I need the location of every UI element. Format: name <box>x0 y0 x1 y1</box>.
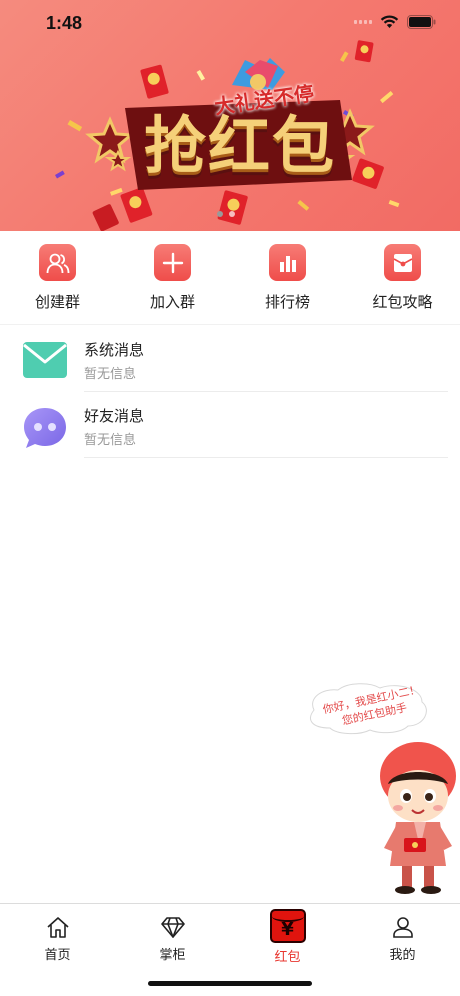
list-item-system-messages[interactable]: 系统消息 暂无信息 <box>0 326 460 392</box>
action-label: 红包攻略 <box>372 293 433 311</box>
message-title: 系统消息 <box>84 341 145 359</box>
action-label: 加入群 <box>149 293 195 311</box>
tab-label: 红包 <box>274 950 301 965</box>
envelope-icon <box>22 340 68 380</box>
page-dot[interactable] <box>229 211 235 217</box>
message-subtitle: 暂无信息 <box>84 367 137 382</box>
tab-label: 我的 <box>389 948 416 963</box>
join-group-button[interactable]: 加入群 <box>115 231 230 324</box>
message-title: 好友消息 <box>84 407 145 425</box>
message-subtitle: 暂无信息 <box>84 433 137 448</box>
diamond-icon <box>159 913 187 941</box>
tab-label: 掌柜 <box>159 948 186 963</box>
bar-chart-icon <box>269 244 306 281</box>
yen-glyph: ¥ <box>281 918 294 940</box>
tab-home[interactable]: 首页 <box>0 904 115 996</box>
action-label: 创建群 <box>34 293 80 311</box>
mascot-character <box>380 742 456 894</box>
mascot-assistant[interactable]: 你好，我是红小二！ 您的红包助手 <box>298 680 460 905</box>
red-envelope-icon: ¥ <box>269 909 306 943</box>
status-time: 1:48 <box>46 13 83 33</box>
tab-profile[interactable]: 我的 <box>345 904 460 996</box>
promo-banner[interactable]: 抢红包 大礼送不停 1:48 <box>0 0 460 231</box>
status-icons <box>354 15 436 29</box>
wifi-icon <box>380 15 399 28</box>
status-bar: 1:48 <box>0 0 460 50</box>
home-indicator[interactable] <box>148 981 312 986</box>
battery-icon <box>407 15 436 29</box>
home-icon <box>44 913 72 941</box>
signal-icon <box>354 20 372 24</box>
red-envelope-guide-button[interactable]: 红包攻略 <box>345 231 460 324</box>
page-dot[interactable] <box>217 211 223 217</box>
list-item-friend-messages[interactable]: 好友消息 暂无信息 <box>0 392 460 458</box>
chat-bubble-icon <box>22 406 68 448</box>
create-group-button[interactable]: 创建群 <box>0 231 115 324</box>
banner-page-indicator[interactable] <box>217 211 235 217</box>
plus-icon <box>154 244 191 281</box>
action-label: 排行榜 <box>264 293 310 311</box>
quick-actions: 创建群 加入群 排行榜 红包攻略 <box>0 231 460 325</box>
user-icon <box>389 913 417 941</box>
red-envelope-icon <box>384 244 421 281</box>
leaderboard-button[interactable]: 排行榜 <box>230 231 345 324</box>
users-icon <box>39 244 76 281</box>
message-list: 系统消息 暂无信息 好友消息 暂无信息 <box>0 326 460 458</box>
divider <box>84 457 448 458</box>
tab-label: 首页 <box>44 948 71 963</box>
